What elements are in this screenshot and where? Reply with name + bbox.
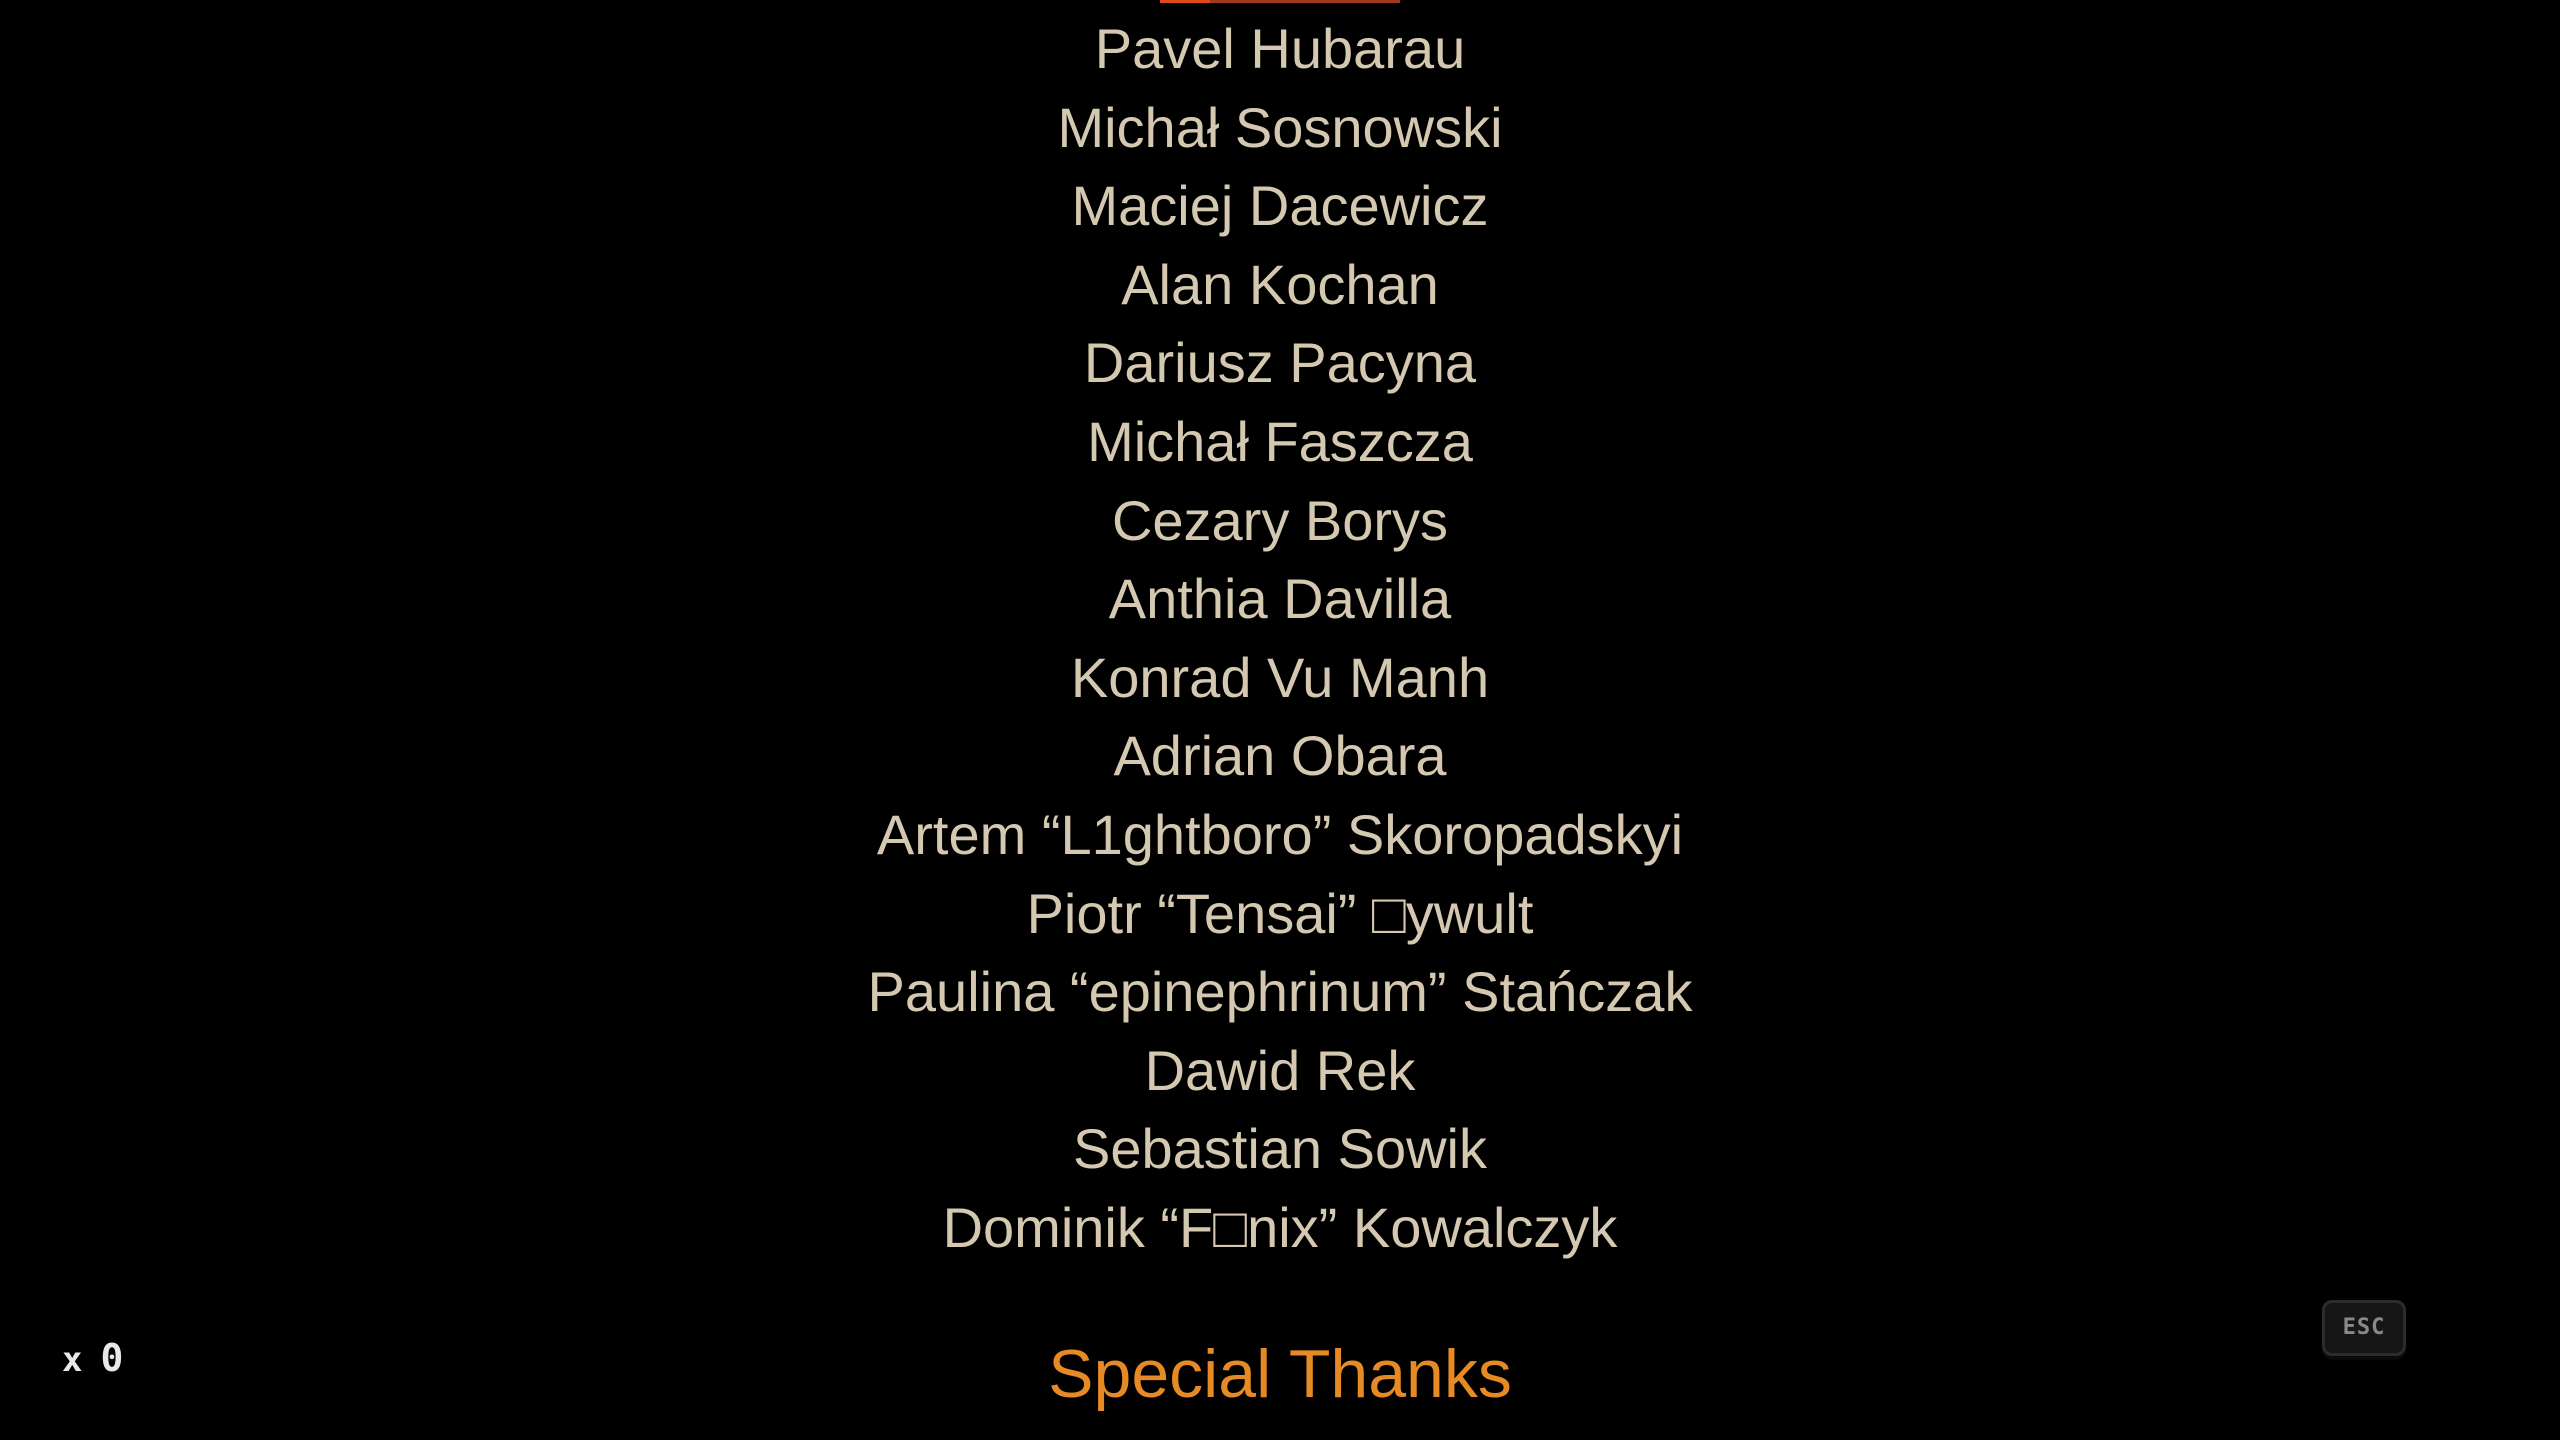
special-thanks-heading: Special Thanks: [1048, 1336, 1512, 1412]
multiply-icon: x: [62, 1340, 87, 1380]
credit-name: Piotr “Tensai” □ywult: [1026, 881, 1534, 945]
credit-name: Adrian Obara: [1113, 724, 1447, 788]
credit-name: Alan Kochan: [1121, 252, 1439, 316]
skip-counter-value: 0: [100, 1336, 128, 1380]
credit-name: Artem “L1ghtboro” Skoropadskyi: [876, 802, 1684, 866]
credits-top-divider: [1160, 0, 1400, 3]
credit-name: Dominik “F□nix” Kowalczyk: [942, 1195, 1618, 1259]
credit-name: Sebastian Sowik: [1072, 1117, 1487, 1181]
credit-name: Michał Sosnowski: [1057, 95, 1503, 159]
skip-counter: x0: [62, 1336, 127, 1382]
credit-name: Anthia Davilla: [1108, 567, 1452, 631]
credit-name: Konrad Vu Manh: [1070, 645, 1490, 709]
credit-name: Maciej Dacewicz: [1071, 174, 1489, 238]
credit-name: Cezary Borys: [1111, 488, 1449, 552]
credit-name: Michał Faszcza: [1087, 409, 1473, 473]
credits-top-divider-accent: [1160, 0, 1210, 3]
credit-name: Dawid Rek: [1144, 1038, 1416, 1102]
esc-skip-button[interactable]: ESC: [2322, 1300, 2406, 1356]
credit-name: Pavel Hubarau: [1094, 17, 1466, 80]
credit-name: Paulina “epinephrinum” Stańczak: [867, 960, 1693, 1024]
credits-list: Pavel Hubarau Michał Sosnowski Maciej Da…: [0, 10, 2560, 1268]
credit-name: Dariusz Pacyna: [1083, 331, 1477, 395]
